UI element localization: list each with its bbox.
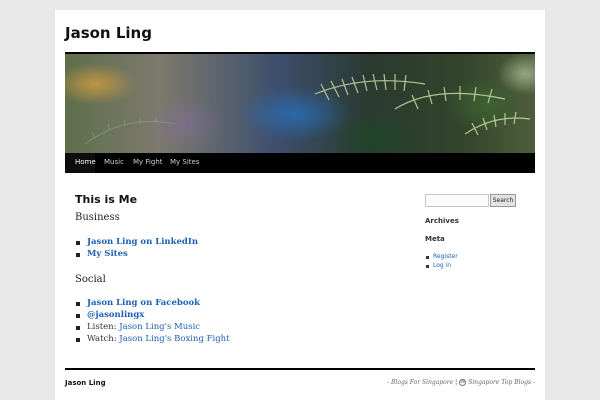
bullet-icon <box>426 265 429 268</box>
blogs-for-singapore-link[interactable]: - Blogs For Singapore <box>387 379 453 386</box>
linkedin-link[interactable]: Jason Ling on LinkedIn <box>87 237 198 247</box>
page-container: Jason Ling Home Music My Fight My Sites … <box>55 10 545 400</box>
list-item: Register <box>425 253 458 262</box>
list-item: Log in <box>425 262 458 271</box>
footer-links: - Blogs For Singapore | W Singapore Top … <box>387 379 535 386</box>
list-item: Listen: Jason Ling's Music <box>75 322 230 334</box>
search-input[interactable] <box>425 194 489 207</box>
bullet-icon <box>76 241 80 245</box>
nav-item-home[interactable]: Home <box>75 158 96 166</box>
list-item: Jason Ling on LinkedIn <box>75 237 198 249</box>
archives-widget-title: Archives <box>425 217 459 225</box>
meta-widget-title: Meta <box>425 235 445 243</box>
twitter-link[interactable]: @jasonlingx <box>87 310 144 320</box>
bullet-icon <box>76 253 80 257</box>
header-banner-image <box>65 54 535 153</box>
footer-divider <box>65 368 535 370</box>
social-section-label: Social <box>75 274 106 285</box>
fern-leaves-graphic <box>84 73 531 145</box>
footer-site-title[interactable]: Jason Ling <box>65 379 106 387</box>
list-item: My Sites <box>75 249 198 261</box>
my-sites-link[interactable]: My Sites <box>87 249 128 259</box>
list-item: Jason Ling on Facebook <box>75 298 230 310</box>
facebook-link[interactable]: Jason Ling on Facebook <box>87 298 200 308</box>
list-item: @jasonlingx <box>75 310 230 322</box>
page-title: This is Me <box>75 193 138 206</box>
music-link[interactable]: Jason Ling's Music <box>119 322 200 332</box>
bullet-icon <box>426 256 429 259</box>
log-in-link[interactable]: Log in <box>433 262 451 269</box>
watch-prefix: Watch: <box>87 334 120 344</box>
business-section-label: Business <box>75 212 120 223</box>
listen-prefix: Listen: <box>87 322 120 332</box>
nav-item-my-sites[interactable]: My Sites <box>170 158 200 166</box>
bullet-icon <box>76 302 80 306</box>
main-navigation: Home Music My Fight My Sites <box>65 153 535 173</box>
bullet-icon <box>76 338 80 342</box>
wordpress-icon: W <box>459 379 467 386</box>
boxing-fight-link[interactable]: Jason Ling's Boxing Fight <box>119 334 229 344</box>
bullet-icon <box>76 314 80 318</box>
register-link[interactable]: Register <box>433 253 458 260</box>
social-links-list: Jason Ling on Facebook @jasonlingx Liste… <box>75 298 230 346</box>
nav-item-my-fight[interactable]: My Fight <box>133 158 163 166</box>
bullet-icon <box>76 326 80 330</box>
footer-separator: | <box>455 379 458 386</box>
nav-item-music[interactable]: Music <box>104 158 124 166</box>
singapore-top-blogs-link[interactable]: Singapore Top Blogs - <box>468 379 535 386</box>
business-links-list: Jason Ling on LinkedIn My Sites <box>75 237 198 261</box>
site-title[interactable]: Jason Ling <box>65 24 152 42</box>
list-item: Watch: Jason Ling's Boxing Fight <box>75 334 230 346</box>
meta-links-list: Register Log in <box>425 253 458 271</box>
search-button[interactable]: Search <box>490 194 516 207</box>
